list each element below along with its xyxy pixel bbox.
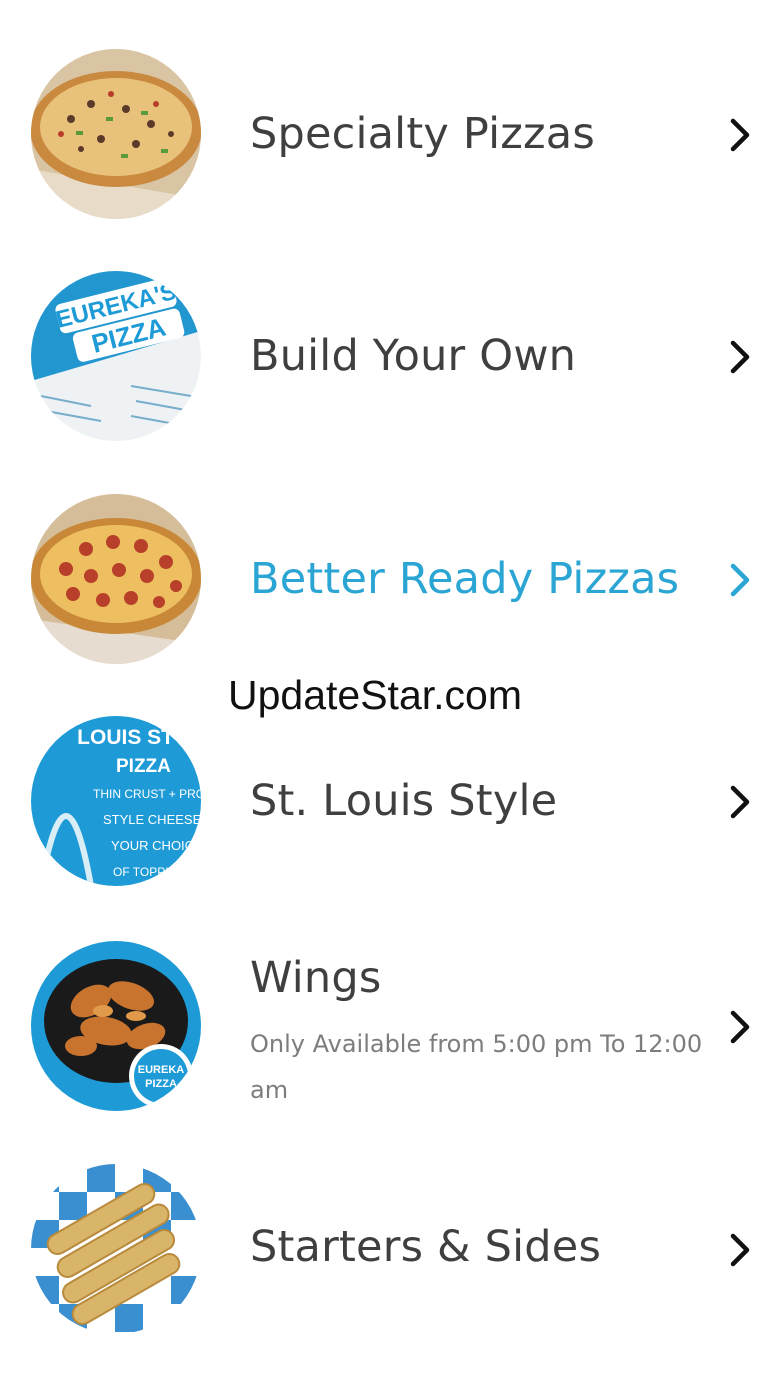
chevron-right-icon: [726, 337, 754, 377]
st-louis-line-5: YOUR CHOICE: [111, 838, 201, 853]
st-louis-line-3: THIN CRUST + PROVEL: [93, 787, 201, 801]
pepperoni-pizza-image: [31, 494, 201, 664]
menu-item-wings[interactable]: EUREKA PIZZA Wings Only Available from 5…: [0, 915, 780, 1137]
chevron-right-icon: [726, 782, 754, 822]
breadsticks-image: [31, 1164, 201, 1334]
st-louis-style-badge-image: LOUIS STYLE PIZZA THIN CRUST + PROVEL ST…: [31, 716, 201, 886]
menu-item-subtitle: Only Available from 5:00 pm To 12:00 am: [250, 1030, 703, 1104]
st-louis-line-6: OF TOPPINGS: [113, 865, 195, 879]
menu-item-title: St. Louis Style: [250, 776, 558, 826]
st-louis-line-1: LOUIS STYLE: [77, 726, 201, 749]
watermark-text: UpdateStar.com: [228, 672, 522, 718]
chevron-right-icon: [726, 1007, 754, 1047]
pizza-box-logo-image: EUREKA'S PIZZA: [31, 271, 201, 441]
pizza-supreme-image: [31, 49, 201, 219]
st-louis-line-2: PIZZA: [116, 756, 171, 777]
wings-logo-bottom: PIZZA: [145, 1078, 177, 1090]
menu-item-starters-sides[interactable]: Starters & Sides: [0, 1138, 780, 1360]
menu-item-title: Specialty Pizzas: [250, 109, 595, 159]
chevron-right-icon: [726, 560, 754, 600]
menu-item-title: Better Ready Pizzas: [250, 554, 680, 604]
st-louis-line-4: STYLE CHEESE: [103, 812, 201, 827]
wings-logo-top: EUREKA: [138, 1064, 185, 1076]
menu-item-better-ready-pizzas[interactable]: Better Ready Pizzas: [0, 470, 780, 692]
menu-item-st-louis-style[interactable]: LOUIS STYLE PIZZA THIN CRUST + PROVEL ST…: [0, 692, 780, 914]
menu-item-title: Starters & Sides: [250, 1222, 602, 1272]
menu-item-title: Build Your Own: [250, 331, 577, 381]
chevron-right-icon: [726, 1230, 754, 1270]
menu-item-specialty-pizzas[interactable]: Specialty Pizzas: [0, 25, 780, 247]
chevron-right-icon: [726, 115, 754, 155]
menu-item-title: Wings: [250, 953, 382, 1003]
menu-item-build-your-own[interactable]: EUREKA'S PIZZA Build Your Own: [0, 247, 780, 469]
wings-bowl-image: EUREKA PIZZA: [31, 941, 201, 1111]
